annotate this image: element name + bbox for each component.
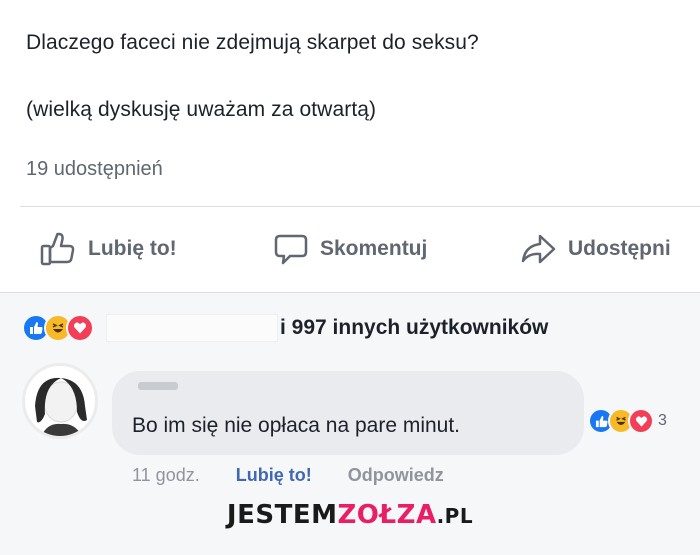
love-icon: [628, 408, 654, 434]
comment-bubble: Bo im się nie opłaca na pare minut.: [112, 371, 584, 455]
share-button-label: Udostępni: [568, 237, 671, 260]
divider: [20, 206, 700, 207]
post-text-line-1: Dlaczego faceci nie zdejmują skarpet do …: [26, 31, 479, 54]
avatar[interactable]: [22, 363, 98, 439]
shares-count[interactable]: 19 udostępnień: [26, 158, 163, 181]
comment-time[interactable]: 11 godz.: [132, 465, 200, 486]
watermark-logo: JESTEMZOŁZA.PL: [0, 500, 700, 530]
love-icon: [66, 314, 94, 342]
comment-reactions[interactable]: 3: [588, 408, 667, 434]
watermark-part-1: JESTEM: [226, 500, 338, 530]
share-button[interactable]: Udostępni: [520, 232, 671, 266]
comment-meta: 11 godz. Lubię to! Odpowiedz: [132, 465, 444, 486]
comment-like-link[interactable]: Lubię to!: [236, 465, 312, 486]
comment-icon: [274, 234, 308, 265]
comment-button[interactable]: Skomentuj: [274, 232, 427, 266]
post-text-line-2: (wielką dyskusję uważam za otwartą): [26, 98, 377, 121]
watermark-part-2: ZOŁZA: [337, 500, 437, 530]
reactions-summary-text: i 997 innych użytkowników: [280, 316, 549, 339]
like-button[interactable]: Lubię to!: [40, 232, 177, 266]
watermark-part-3: .PL: [436, 504, 474, 528]
comment-reply-link[interactable]: Odpowiedz: [348, 465, 444, 486]
action-bar: Lubię to! Skomentuj Udostępni: [0, 222, 700, 272]
like-button-label: Lubię to!: [88, 237, 177, 260]
comment-reactions-count: 3: [658, 412, 667, 429]
redacted-name: [106, 314, 278, 342]
divider: [0, 292, 700, 293]
thumbs-up-icon: [40, 232, 75, 266]
comment-author-redacted[interactable]: [138, 382, 178, 390]
comment-text: Bo im się nie opłaca na pare minut.: [132, 414, 461, 437]
comment-button-label: Skomentuj: [320, 237, 428, 260]
share-icon: [521, 234, 556, 264]
reactions-summary[interactable]: i 997 innych użytkowników: [22, 312, 548, 344]
